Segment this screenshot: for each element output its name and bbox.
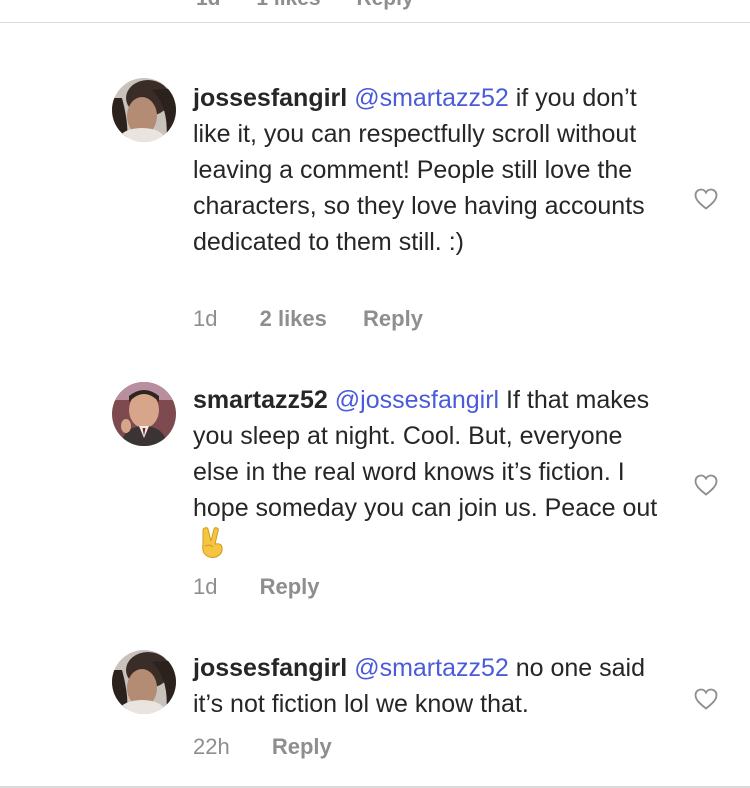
top-divider xyxy=(0,22,750,23)
heart-icon[interactable] xyxy=(694,188,718,210)
comment-text: jossesfangirl @smartazz52 no one said it… xyxy=(193,650,663,722)
comment-text: jossesfangirl @smartazz52 if you don’t l… xyxy=(193,80,663,260)
comment-text: smartazz52 @jossesfangirl If that makes … xyxy=(193,382,663,563)
previous-comment-likes[interactable]: 1 likes xyxy=(256,0,320,10)
avatar[interactable] xyxy=(112,78,176,142)
avatar[interactable] xyxy=(112,650,176,714)
comment-time: 1d xyxy=(193,306,218,331)
comment-reply-button[interactable]: Reply xyxy=(260,574,320,599)
comment-meta: 1d Reply xyxy=(193,574,320,600)
previous-comment-meta: 1d 1 likes Reply xyxy=(196,0,444,22)
heart-icon[interactable] xyxy=(694,474,718,496)
comment-mention[interactable]: @jossesfangirl xyxy=(335,386,499,414)
comment-time: 22h xyxy=(193,734,230,759)
victory-hand-emoji xyxy=(202,527,223,558)
comment-meta: 22h Reply xyxy=(193,734,332,760)
comment-mention[interactable]: @smartazz52 xyxy=(354,84,509,112)
comment-reply-button[interactable]: Reply xyxy=(363,306,423,331)
avatar[interactable] xyxy=(112,382,176,446)
comment-likes[interactable]: 2 likes xyxy=(260,306,327,331)
previous-comment-time: 1d xyxy=(196,0,221,10)
comment-time: 1d xyxy=(193,574,218,599)
heart-icon[interactable] xyxy=(694,688,718,710)
comment-username[interactable]: jossesfangirl xyxy=(193,654,347,682)
comment-username[interactable]: smartazz52 xyxy=(193,386,328,414)
comment-reply-button[interactable]: Reply xyxy=(272,734,332,759)
comment-username[interactable]: jossesfangirl xyxy=(193,84,347,112)
comment-mention[interactable]: @smartazz52 xyxy=(354,654,509,682)
previous-comment-reply-button[interactable]: Reply xyxy=(356,0,413,10)
comment-meta: 1d 2 likes Reply xyxy=(193,306,423,332)
